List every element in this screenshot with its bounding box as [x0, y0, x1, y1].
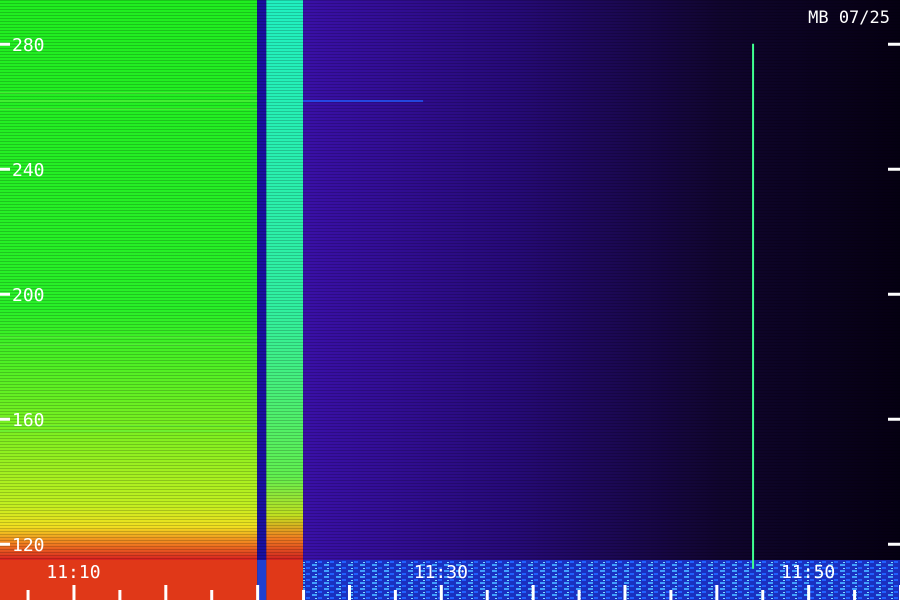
x-tick-major	[164, 585, 168, 600]
y-tick-label: 280	[12, 35, 45, 56]
x-tick-major	[72, 585, 76, 600]
y-tick-label: 200	[12, 285, 45, 306]
bursts	[752, 43, 755, 569]
x-tick-major	[531, 585, 535, 600]
x-tick-minor	[853, 590, 857, 600]
x-tick-minor	[118, 590, 122, 600]
y-tick-left	[0, 542, 10, 546]
burst	[752, 43, 755, 569]
y-tick-label: 160	[12, 410, 45, 431]
x-tick-major	[439, 585, 443, 600]
x-tick-minor	[302, 590, 306, 600]
x-tick-minor	[26, 590, 30, 600]
y-tick-right	[888, 542, 900, 546]
x-tick-minor	[577, 590, 581, 600]
y-tick-right	[888, 167, 900, 171]
y-tick-left	[0, 42, 10, 46]
x-tick-minor	[485, 590, 489, 600]
y-tick-right	[888, 292, 900, 296]
x-tick-label: 11:30	[414, 562, 468, 583]
x-tick-minor	[761, 590, 765, 600]
x-tick-label: 11:50	[781, 562, 835, 583]
scanline-texture	[0, 0, 900, 560]
spectrum-segment-low-band	[0, 560, 258, 600]
x-tick-major	[347, 585, 351, 600]
y-tick-label: 240	[12, 160, 45, 181]
x-tick-major	[256, 585, 260, 600]
x-tick-label: 11:10	[46, 562, 100, 583]
y-tick-label: 120	[12, 535, 45, 556]
y-tick-right	[888, 42, 900, 46]
x-tick-minor	[393, 590, 397, 600]
x-tick-minor	[210, 590, 214, 600]
x-tick-minor	[669, 590, 673, 600]
x-tick-major	[807, 585, 811, 600]
spectrum-segment-low-band	[266, 560, 304, 600]
y-tick-right	[888, 417, 900, 421]
y-tick-left	[0, 417, 10, 421]
y-tick-left	[0, 167, 10, 171]
x-tick-major	[715, 585, 719, 600]
y-tick-left	[0, 292, 10, 296]
spectrogram: 280 240 200 160 120 11:10 11:30 11:50 MB 07/25	[0, 0, 900, 600]
chart-title: MB 07/25	[808, 8, 890, 28]
x-tick-major	[623, 585, 627, 600]
